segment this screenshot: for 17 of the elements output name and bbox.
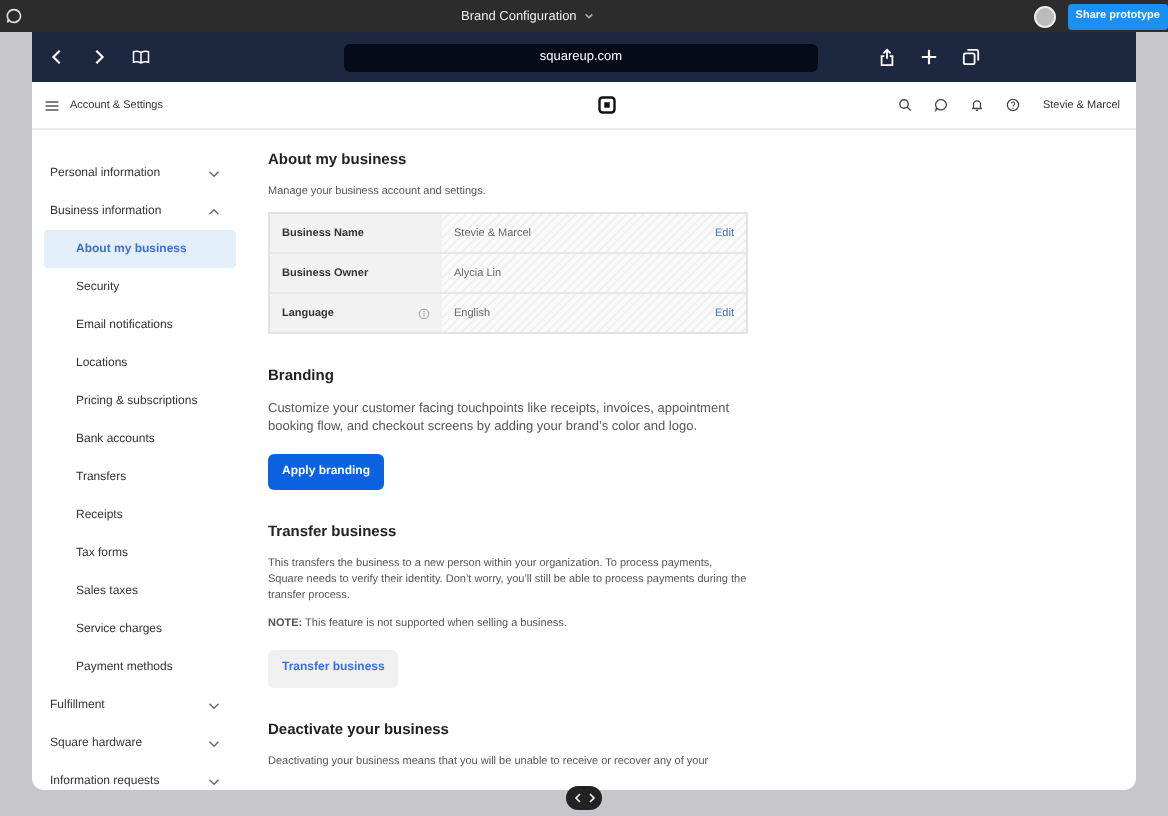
help-icon[interactable] <box>1006 98 1021 112</box>
avatar[interactable] <box>1033 5 1056 27</box>
menu-icon[interactable] <box>44 97 60 113</box>
back-icon[interactable] <box>48 48 66 66</box>
forward-icon[interactable] <box>90 48 108 66</box>
search-icon[interactable] <box>898 98 913 112</box>
bell-icon[interactable] <box>970 98 985 112</box>
next-icon[interactable] <box>587 792 595 804</box>
share-icon[interactable] <box>878 48 896 66</box>
comment-icon[interactable] <box>6 8 22 24</box>
tabs-icon[interactable] <box>962 48 980 66</box>
previous-icon[interactable] <box>573 792 581 804</box>
logo-icon[interactable] <box>598 96 616 114</box>
caret-icon[interactable] <box>584 12 595 20</box>
book-icon[interactable] <box>132 48 150 66</box>
plus-icon[interactable] <box>920 48 938 66</box>
chat-icon[interactable] <box>934 98 949 112</box>
